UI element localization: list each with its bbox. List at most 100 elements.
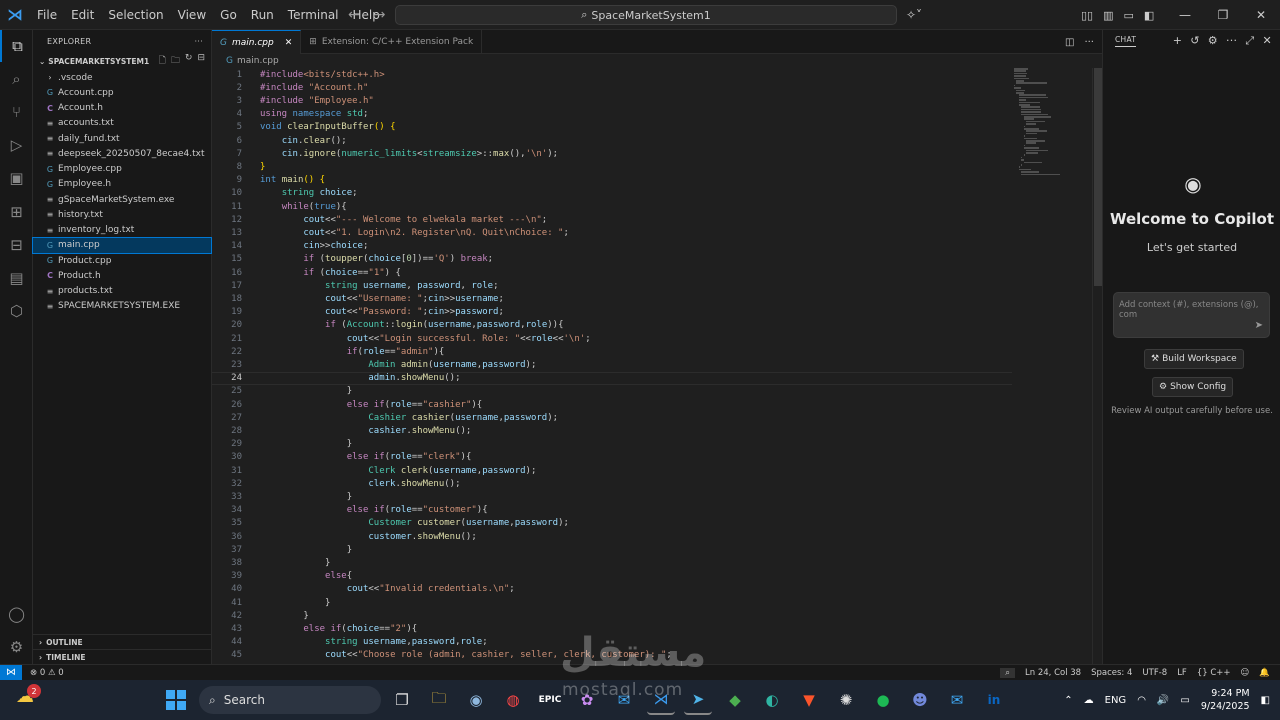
code-line[interactable]: 9 int main() { [212, 174, 1012, 187]
code-line[interactable]: 8} [212, 160, 1012, 173]
code-line[interactable]: 21 cout<<"Login successful. Role: "<<rol… [212, 332, 1012, 345]
file-item[interactable]: ≡ accounts.txt [33, 116, 211, 131]
new-chat-icon[interactable]: + [1173, 34, 1183, 48]
command-center-search[interactable]: ⌕ SpaceMarketSystem1 [395, 5, 897, 25]
menu-file[interactable]: File [30, 0, 64, 30]
input-language[interactable]: ENG [1105, 695, 1127, 706]
settings-gear-icon[interactable]: ⚙ [0, 631, 33, 663]
code-line[interactable]: 3 #include "Employee.h" [212, 94, 1012, 107]
restore-icon[interactable]: ❐ [1204, 0, 1242, 30]
search-view-icon[interactable]: ⌕ [0, 63, 33, 95]
chevron-up-icon[interactable]: ⌃ [1064, 695, 1072, 706]
collapse-all-icon[interactable]: ⊟ [197, 53, 205, 69]
file-item[interactable]: G Employee.cpp [33, 162, 211, 177]
task-view-icon[interactable]: ❐ [388, 685, 416, 715]
toggle-sidebar-icon[interactable]: ▥ [1103, 9, 1113, 22]
scrollbar-thumb[interactable] [1094, 68, 1102, 286]
code-line[interactable]: 19 cout<<"Password: ";cin>>password; [212, 306, 1012, 319]
history-icon[interactable]: ↺ [1190, 34, 1200, 48]
file-item[interactable]: ≡ gSpaceMarketSystem.exe [33, 192, 211, 207]
back-arrow-icon[interactable]: ← [348, 7, 360, 23]
toggle-secondary-sidebar-icon[interactable]: ◧ [1144, 9, 1154, 22]
breadcrumb-file[interactable]: main.cpp [237, 56, 279, 66]
code-line[interactable]: 12 cout<<"--- Welcome to elwekala market… [212, 213, 1012, 226]
notebook-icon[interactable]: ▤ [0, 262, 33, 294]
code-line[interactable]: 25 } [212, 385, 1012, 398]
menu-terminal[interactable]: Terminal [281, 0, 346, 30]
battery-icon[interactable]: ▭ [1180, 695, 1189, 706]
indentation[interactable]: Spaces: 4 [1091, 668, 1132, 678]
code-line[interactable]: 1 #include<bits/stdc++.h> [212, 68, 1012, 81]
code-line[interactable]: 27 Cashier cashier(username,password); [212, 411, 1012, 424]
menu-go[interactable]: Go [213, 0, 244, 30]
chat-input[interactable]: Add context (#), extensions (@), com ➤ [1113, 292, 1270, 338]
minimap[interactable] [1014, 68, 1089, 188]
taskbar-search[interactable]: ⌕ Search [199, 686, 381, 714]
language-mode[interactable]: {} C++ [1197, 668, 1231, 678]
new-file-icon[interactable]: 🗋 [159, 53, 166, 69]
notifications-icon[interactable]: 🔔 [1259, 668, 1270, 678]
send-icon[interactable]: ➤ [1255, 320, 1263, 331]
code-line[interactable]: 15 if (toupper(choice[0])=='Q') break; [212, 253, 1012, 266]
feedback-icon[interactable]: ☺ [1241, 668, 1250, 678]
code-line[interactable]: 33 } [212, 490, 1012, 503]
chat-more-icon[interactable]: ··· [1226, 34, 1237, 48]
code-line[interactable]: 40 cout<<"Invalid credentials.\n"; [212, 583, 1012, 596]
extensions-icon[interactable]: ⊞ [0, 196, 33, 228]
file-item[interactable]: › .vscode [33, 70, 211, 85]
cursor-position[interactable]: Ln 24, Col 38 [1025, 668, 1081, 678]
close-icon[interactable]: ✕ [1242, 0, 1280, 30]
file-item[interactable]: ≡ history.txt [33, 207, 211, 222]
discord-icon[interactable]: ☻ [906, 685, 934, 715]
file-item[interactable]: G Account.cpp [33, 85, 211, 100]
package-icon[interactable]: ⬡ [0, 295, 33, 327]
code-line[interactable]: 4 using namespace std; [212, 108, 1012, 121]
spotify-icon[interactable]: ● [869, 685, 897, 715]
menu-view[interactable]: View [171, 0, 213, 30]
show-config-button[interactable]: ⚙ Show Config [1152, 377, 1234, 397]
refresh-icon[interactable]: ↻ [185, 53, 193, 69]
code-line[interactable]: 16 if (choice=="1") { [212, 266, 1012, 279]
code-line[interactable]: 26 else if(role=="cashier"){ [212, 398, 1012, 411]
menu-selection[interactable]: Selection [101, 0, 170, 30]
maximize-icon[interactable]: ⤢ [1245, 34, 1254, 48]
file-item[interactable]: ≡ SPACEMARKETSYSTEM.EXE [33, 299, 211, 314]
code-line[interactable]: 10 string choice; [212, 187, 1012, 200]
forward-arrow-icon[interactable]: → [374, 7, 386, 23]
code-line[interactable]: 37 } [212, 543, 1012, 556]
code-line[interactable]: 35 Customer customer(username,password); [212, 517, 1012, 530]
code-line[interactable]: 2 #include "Account.h" [212, 81, 1012, 94]
code-line[interactable]: 41 } [212, 596, 1012, 609]
code-line[interactable]: 39 else{ [212, 570, 1012, 583]
outline-section[interactable]: › OUTLINE [33, 634, 212, 649]
notification-center-icon[interactable]: ◧ [1261, 695, 1270, 706]
code-line[interactable]: 22 if(role=="admin"){ [212, 345, 1012, 358]
code-line[interactable]: 29 } [212, 438, 1012, 451]
file-explorer-icon[interactable]: 🗀 [425, 685, 453, 715]
code-line[interactable]: 34 else if(role=="customer"){ [212, 504, 1012, 517]
tab-main-cpp[interactable]: G main.cpp ✕ [212, 30, 302, 54]
menu-run[interactable]: Run [244, 0, 281, 30]
code-line[interactable]: 5 void clearInputBuffer() { [212, 121, 1012, 134]
code-line[interactable]: 13 cout<<"1. Login\n2. Register\nQ. Quit… [212, 226, 1012, 239]
timeline-section[interactable]: › TIMELINE [33, 649, 212, 664]
ea-icon[interactable]: ◍ [499, 685, 527, 715]
line-ending[interactable]: LF [1177, 668, 1187, 678]
code-line[interactable]: 38 } [212, 556, 1012, 569]
workspace-folder[interactable]: ⌄ SPACEMARKETSYSTEM1 🗋 🗀 ↻ ⊟ [33, 52, 211, 70]
system-clock[interactable]: 9:24 PM 9/24/2025 [1201, 687, 1250, 713]
file-item[interactable]: G Product.cpp [33, 253, 211, 268]
code-line[interactable]: 18 cout<<"Username: ";cin>>username; [212, 292, 1012, 305]
remote-explorer-icon[interactable]: ▣ [0, 162, 33, 194]
code-line[interactable]: 14 cin>>choice; [212, 240, 1012, 253]
run-debug-icon[interactable]: ▷ [0, 129, 33, 161]
explorer-icon[interactable]: ⧉ [0, 30, 33, 62]
file-item[interactable]: ≡ products.txt [33, 284, 211, 299]
windows-start-icon[interactable] [166, 690, 186, 710]
edge-icon[interactable]: ◐ [758, 685, 786, 715]
epic-games-icon[interactable]: EPIC [536, 685, 564, 715]
menu-edit[interactable]: Edit [64, 0, 101, 30]
file-item[interactable]: C Product.h [33, 268, 211, 283]
code-line[interactable]: 11 while(true){ [212, 200, 1012, 213]
file-item[interactable]: G Employee.h [33, 177, 211, 192]
